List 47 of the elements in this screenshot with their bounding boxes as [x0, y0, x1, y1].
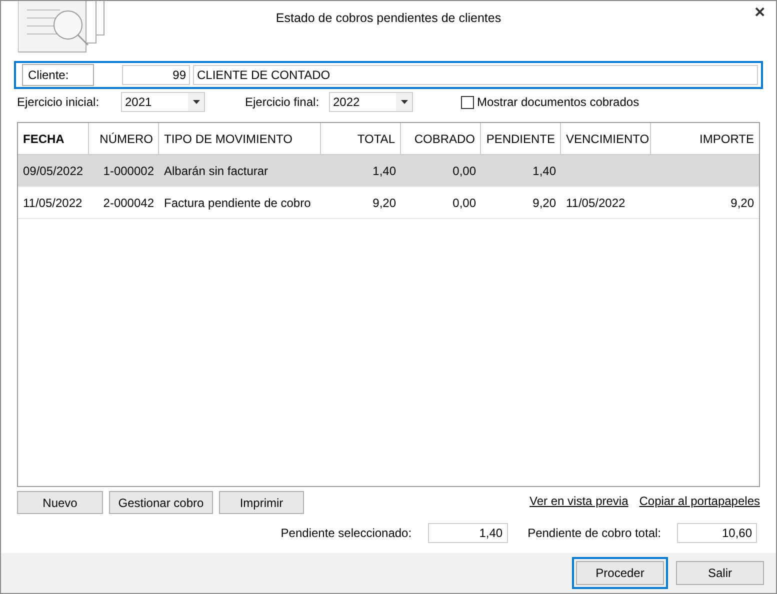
table-cell-text: 1,40 [532, 162, 556, 180]
table-cell-text: 0,00 [452, 162, 476, 180]
year-dropdown[interactable]: 2022 [329, 92, 413, 112]
column-header[interactable]: TOTAL [321, 123, 401, 154]
column-header[interactable]: NÚMERO [89, 123, 159, 154]
footer-button[interactable]: Salir [676, 561, 764, 585]
table-cell-text: 09/05/2022 [23, 162, 84, 180]
table-cell-text: 1-000002 [103, 162, 154, 180]
total-label: Pendiente de cobro total: [528, 525, 661, 542]
action-button[interactable]: Gestionar cobro [109, 491, 213, 514]
client-name-field[interactable]: CLIENTE DE CONTADO [193, 65, 758, 85]
table-row[interactable]: 09/05/2022 1-000002 Albarán sin facturar 1,40 0,00 1,40 [18, 155, 759, 187]
close-button[interactable]: ✕ [754, 5, 766, 19]
column-header[interactable]: FECHA [18, 123, 89, 154]
caret-icon [192, 100, 200, 104]
table-cell-text: 11/05/2022 [566, 194, 626, 212]
caret-icon [400, 100, 408, 104]
table-cell-text: 2-000042 [103, 194, 154, 212]
table-cell-text: 11/05/2022 [23, 194, 82, 212]
total-field: 10,60 [677, 523, 757, 543]
filter-label: Ejercicio inicial: [17, 94, 100, 111]
table-cell-text: 9,20 [730, 194, 754, 212]
action-button[interactable]: Nuevo [17, 491, 103, 514]
window-title: Estado de cobros pendientes de clientes [276, 11, 502, 25]
table-cell-text: Albarán sin facturar [164, 162, 268, 180]
total-label: Pendiente seleccionado: [280, 525, 412, 542]
table-cell-text: Factura pendiente de cobro [164, 194, 311, 212]
column-header[interactable]: TIPO DE MOVIMIENTO [159, 123, 321, 154]
table-cell-text: 0,00 [452, 194, 476, 212]
client-label: Cliente: [22, 64, 94, 86]
table-cell-text: 9,20 [532, 194, 556, 212]
total-field: 1,40 [428, 523, 508, 543]
table-cell-text: 9,20 [372, 194, 396, 212]
column-header[interactable]: PENDIENTE [481, 123, 561, 154]
filter-label: Ejercicio final: [245, 94, 320, 111]
link[interactable]: Copiar al portapapeles [639, 492, 760, 510]
column-header[interactable]: COBRADO [401, 123, 481, 154]
year-dropdown[interactable]: 2021 [121, 92, 205, 112]
footer-button[interactable]: Proceder [572, 557, 668, 589]
client-code-field[interactable]: 99 [122, 65, 190, 85]
link[interactable]: Ver en vista previa [530, 492, 628, 510]
action-button[interactable]: Imprimir [219, 491, 304, 514]
checkbox[interactable] [461, 96, 474, 108]
column-header[interactable]: VENCIMIENTO [561, 123, 651, 154]
checkbox-label: Mostrar documentos cobrados [477, 94, 640, 111]
table-cell-text: 1,40 [372, 162, 396, 180]
column-header[interactable]: IMPORTE [651, 123, 759, 154]
